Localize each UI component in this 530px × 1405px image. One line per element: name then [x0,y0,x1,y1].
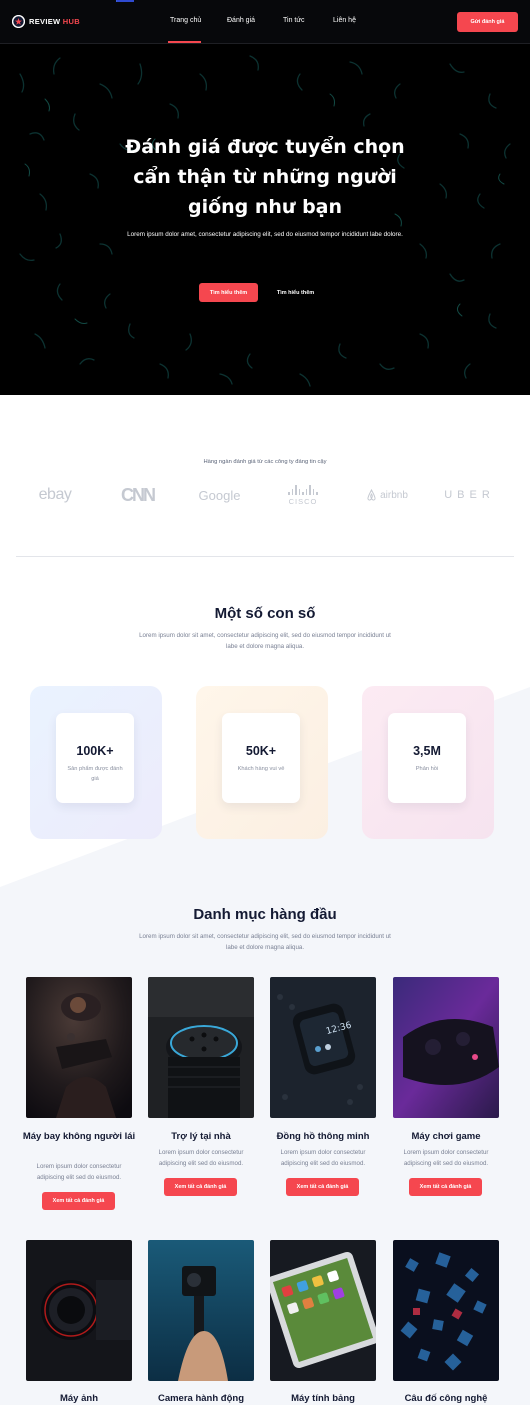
airbnb-wordmark: airbnb [380,489,408,501]
cisco-logo: CISCO [278,483,328,507]
hero-section: Đánh giá được tuyển chọn cẩn thận từ nhữ… [0,44,530,395]
tech-puzzle-image[interactable] [393,1240,499,1381]
category-name: Đồng hồ thông minh [276,1131,370,1142]
nav-item-contact[interactable]: Liên hệ [333,17,356,24]
view-all-reviews-button[interactable]: Xem tất cả đánh giá [286,1178,359,1196]
site-header: REVIEW HUB Trang chủ Đánh giá Tin tức Li… [0,0,530,44]
category-name: Máy bay không người lái [22,1131,136,1142]
category-name: Máy ảnh [59,1393,98,1404]
stat-label: Phản hồi [415,766,439,772]
stat-label: Khách hàng vui vẻ [237,766,285,772]
hero-subtitle: Lorem ipsum dolor amet, consectetur adip… [127,231,403,238]
ebay-logo: ebay [38,486,72,503]
stat-value: 100K+ [76,744,114,758]
stats-subtitle: Lorem ipsum dolor sit amet, consectetur … [139,632,391,650]
airbnb-icon [367,489,376,501]
learn-more-secondary-button[interactable]: Tìm hiểu thêm [266,283,325,302]
nav-item-news[interactable]: Tin tức [283,17,305,24]
category-desc: Lorem ipsum dolor consectetur adipiscing… [36,1163,122,1181]
stat-card-inner: 100K+ Sản phẩm được đánh giá [56,713,134,803]
submit-review-button[interactable]: Gửi đánh giá [457,12,518,32]
airbnb-logo: airbnb [358,483,416,507]
camera-image[interactable] [26,1240,132,1381]
learn-more-button[interactable]: Tìm hiểu thêm [199,283,258,302]
trusted-title: Hàng ngàn đánh giá từ các công ty đáng t… [203,459,327,465]
stat-value: 3,5M [413,744,441,758]
drone-image[interactable] [26,977,132,1118]
nav-active-indicator [168,41,201,43]
cisco-wordmark: CISCO [288,496,318,506]
category-name: Máy tính bảng [291,1393,355,1404]
categories-subtitle: Lorem ipsum dolor sit amet, consectetur … [139,933,391,951]
category-name: Câu đố công nghệ [404,1393,488,1404]
home-assistant-image[interactable] [148,977,254,1118]
categories-title: Danh mục hàng đầu [193,906,337,923]
stat-card-inner: 50K+ Khách hàng vui vẻ [222,713,300,803]
stat-card-feedback: 3,5M Phản hồi [362,686,494,839]
category-desc: Lorem ipsum dolor consectetur adipiscing… [280,1149,366,1167]
tablet-image[interactable] [270,1240,376,1381]
category-name: Máy chơi game [411,1131,481,1142]
smartwatch-image[interactable]: 12:36 [270,977,376,1118]
game-console-image[interactable] [393,977,499,1118]
stat-card-customers: 50K+ Khách hàng vui vẻ [196,686,328,839]
main-nav: Trang chủ Đánh giá Tin tức Liên hệ [0,0,530,44]
stat-card-products: 100K+ Sản phẩm được đánh giá [30,686,162,839]
cnn-logo: CNN [121,484,156,505]
stats-title: Một số con số [214,605,316,622]
stat-label: Sản phẩm được đánh giá [67,766,123,782]
google-logo: Google [198,487,241,503]
category-name: Camera hành động [157,1393,245,1404]
cisco-bars-icon [288,484,318,495]
nav-item-reviews[interactable]: Đánh giá [227,17,255,24]
stat-value: 50K+ [245,744,277,758]
category-desc: Lorem ipsum dolor consectetur adipiscing… [403,1149,489,1167]
category-name: Trợ lý tại nhà [171,1131,231,1142]
top-scroll-indicator [117,0,134,2]
view-all-reviews-button[interactable]: Xem tất cả đánh giá [164,1178,237,1196]
stat-card-inner: 3,5M Phản hồi [388,713,466,803]
action-camera-image[interactable] [148,1240,254,1381]
view-all-reviews-button[interactable]: Xem tất cả đánh giá [409,1178,482,1196]
uber-logo: UBER [444,489,495,501]
nav-item-home[interactable]: Trang chủ [170,17,201,24]
category-desc: Lorem ipsum dolor consectetur adipiscing… [158,1149,244,1167]
view-all-reviews-button[interactable]: Xem tất cả đánh giá [42,1192,115,1210]
hero-title: Đánh giá được tuyển chọn cẩn thận từ nhữ… [125,136,405,218]
